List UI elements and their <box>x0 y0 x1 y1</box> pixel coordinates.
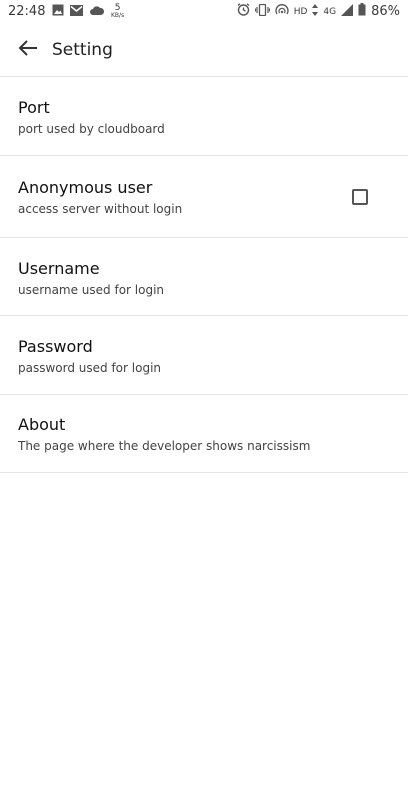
page-title: Setting <box>52 40 113 60</box>
battery-percent: 86% <box>371 4 400 19</box>
net-speed-value: 5 <box>114 3 121 13</box>
setting-about[interactable]: About The page where the developer shows… <box>0 395 408 473</box>
battery-icon <box>358 3 366 20</box>
system-icons: HD 4G 86% <box>237 3 400 20</box>
net-speed: 5 KB/s <box>111 3 125 20</box>
alarm-icon <box>237 3 250 20</box>
setting-title: Password <box>18 337 93 356</box>
setting-username[interactable]: Username username used for login <box>0 238 408 316</box>
setting-summary: port used by cloudboard <box>18 122 165 136</box>
notification-icons: 5 KB/s <box>52 4 124 20</box>
hotspot-icon <box>275 3 289 20</box>
signal-icon <box>341 3 354 20</box>
vibrate-icon <box>254 3 270 20</box>
setting-summary: access server without login <box>18 202 183 216</box>
setting-title: Anonymous user <box>18 178 153 197</box>
setting-port[interactable]: Port port used by cloudboard <box>0 77 408 156</box>
network-type-4g: 4G <box>323 6 337 17</box>
arrow-back-icon <box>18 39 38 61</box>
gmail-icon <box>70 4 83 20</box>
app-bar: Setting <box>0 24 408 77</box>
cloud-icon <box>89 5 105 20</box>
image-icon <box>52 4 64 20</box>
status-bar: 22:48 5 KB/s HD 4G 86% <box>0 0 408 24</box>
setting-title: Username <box>18 259 100 278</box>
net-speed-unit: KB/s <box>111 12 125 19</box>
setting-summary: username used for login <box>18 283 165 297</box>
setting-title: About <box>18 415 66 434</box>
setting-title: Port <box>18 98 50 117</box>
status-time: 22:48 <box>8 4 46 19</box>
anonymous-user-checkbox[interactable] <box>352 189 368 205</box>
setting-summary: The page where the developer shows narci… <box>18 439 311 453</box>
setting-summary: password used for login <box>18 361 162 375</box>
setting-anonymous-user[interactable]: Anonymous user access server without log… <box>0 156 408 238</box>
back-button[interactable] <box>10 32 46 68</box>
settings-list: Port port used by cloudboard Anonymous u… <box>0 77 408 473</box>
network-type-hd: HD <box>293 6 308 17</box>
setting-password[interactable]: Password password used for login <box>0 316 408 395</box>
data-arrows-icon <box>312 3 319 20</box>
